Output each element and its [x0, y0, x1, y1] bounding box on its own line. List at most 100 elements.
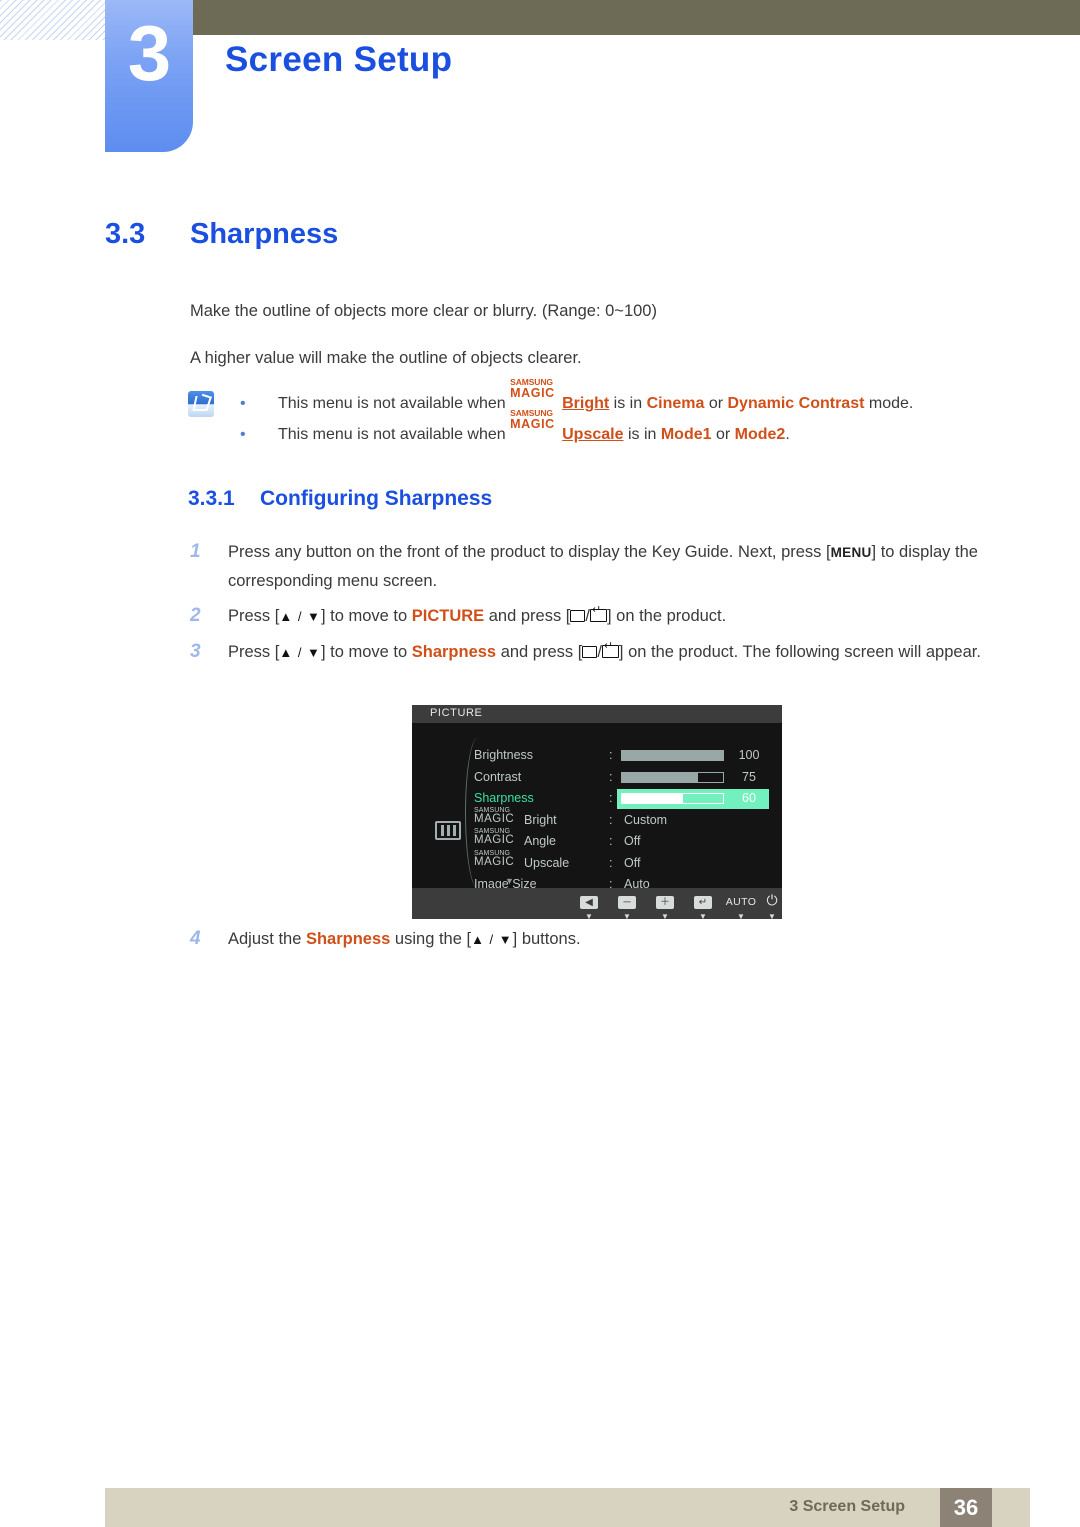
- page-number: 36: [940, 1488, 992, 1527]
- step-item: 1 Press any button on the front of the pr…: [190, 538, 1000, 595]
- chapter-tab: 3: [105, 0, 193, 152]
- osd-menu-rows: Brightness : 100 Contrast : 75 Sharpness…: [412, 745, 782, 896]
- samsung-magic-bottom: MAGIC: [474, 834, 515, 846]
- osd-row-magic-bright[interactable]: SAMSUNG MAGIC Bright : Custom: [412, 807, 782, 832]
- osd-row-bar: [621, 793, 724, 804]
- samsung-magic-logotype: SAMSUNG MAGIC: [474, 828, 524, 848]
- updown-arrow-icon: ▲ / ▼: [279, 645, 321, 660]
- page-header: 3 Screen Setup: [0, 0, 1080, 160]
- osd-row-magic-upscale[interactable]: SAMSUNG MAGIC Upscale : Off: [412, 850, 782, 875]
- note-pencil-icon: [188, 391, 214, 417]
- osd-row-bar: [621, 750, 724, 761]
- step-text-2: using the [: [390, 930, 472, 948]
- note-item: • This menu is not available when SAMSUNG…: [240, 378, 985, 419]
- enter-key-icon: [589, 605, 607, 622]
- steps-list: 1 Press any button on the front of the pr…: [190, 538, 1000, 674]
- scroll-down-icon[interactable]: ▼: [505, 877, 514, 886]
- samsung-magic-logotype: SAMSUNG MAGIC: [474, 850, 524, 870]
- chapter-number: 3: [127, 9, 171, 97]
- step-text-2: ] to move to: [320, 643, 412, 661]
- key-tick-icon: ▼: [768, 912, 776, 921]
- enter-key-icon: [601, 641, 619, 658]
- note-value-2: Dynamic Contrast: [727, 395, 865, 412]
- samsung-magic-bottom: MAGIC: [510, 417, 555, 431]
- note-value-1: Cinema: [646, 395, 705, 412]
- bullet-icon: •: [240, 395, 246, 412]
- osd-row-bar: [621, 771, 724, 783]
- osd-row-colon: :: [609, 791, 613, 805]
- osd-row-value: Off: [624, 855, 641, 870]
- steps-list-continued: 4 Adjust the Sharpness using the [▲ / ▼] …: [190, 925, 1000, 961]
- note-text-prefix: This menu is not available when: [278, 426, 511, 443]
- note-value-1: Mode1: [660, 426, 712, 443]
- osd-row-value: 60: [742, 791, 756, 805]
- osd-row-label-text: Upscale: [524, 855, 570, 870]
- samsung-magic-bottom: MAGIC: [474, 812, 515, 825]
- step-target-label: PICTURE: [411, 607, 485, 625]
- osd-row-magic-angle[interactable]: SAMSUNG MAGIC Angle : Off: [412, 828, 782, 853]
- section-heading: 3.3 Sharpness: [105, 218, 965, 251]
- osd-screenshot: PICTURE Brightness : 100 Contrast : 75 S…: [412, 705, 782, 922]
- source-key-icon: [570, 610, 586, 622]
- osd-row-colon: :: [609, 769, 613, 784]
- note-text-mid: is in: [623, 426, 661, 443]
- note-text-mid: is in: [609, 395, 647, 412]
- samsung-magic-logotype: SAMSUNG MAGIC: [510, 409, 562, 439]
- back-button[interactable]: ◀ ▼: [574, 892, 604, 922]
- page-footer: 3 Screen Setup 36: [105, 1488, 1030, 1527]
- osd-row-sharpness[interactable]: Sharpness : 60: [412, 788, 782, 810]
- step-text-4: ] on the product.: [606, 607, 727, 625]
- step-text-1: Press [: [228, 607, 280, 625]
- source-key-icon: [582, 646, 598, 658]
- osd-row-value: 100: [738, 748, 760, 762]
- section-number: 3.3: [105, 218, 146, 250]
- minus-button[interactable]: ─ ▼: [612, 892, 642, 922]
- note-conjunction: or: [711, 426, 735, 443]
- step-number: 1: [190, 541, 201, 562]
- step-target-label: Sharpness: [305, 930, 391, 948]
- footer-chapter-label: 3 Screen Setup: [789, 1498, 905, 1515]
- note-item: • This menu is not available when SAMSUNG…: [240, 409, 985, 450]
- bullet-icon: •: [240, 426, 246, 443]
- description-paragraph-1: Make the outline of objects more clear o…: [190, 302, 657, 320]
- osd-row-label-text: Angle: [524, 834, 556, 848]
- power-button[interactable]: ⏻ ▼: [757, 892, 787, 922]
- subsection-heading: 3.3.1 Configuring Sharpness: [188, 487, 492, 511]
- enter-button[interactable]: ↵ ▼: [688, 892, 718, 922]
- osd-row-value: Custom: [624, 812, 668, 827]
- subsection-title: Configuring Sharpness: [260, 487, 493, 510]
- step-text-2: ] to move to: [320, 607, 412, 625]
- chapter-title: Screen Setup: [225, 40, 453, 79]
- description-paragraph-2: A higher value will make the outline of …: [190, 349, 582, 367]
- step-text-3: ] buttons.: [512, 930, 581, 948]
- osd-row-colon: :: [609, 812, 613, 827]
- key-tick-icon: ▼: [699, 912, 707, 921]
- back-icon: ◀: [580, 896, 598, 909]
- note-conjunction: or: [704, 395, 728, 412]
- auto-button[interactable]: AUTO ▼: [720, 892, 762, 922]
- key-tick-icon: ▼: [585, 912, 593, 921]
- key-tick-icon: ▼: [737, 912, 745, 921]
- note-list: • This menu is not available when SAMSUNG…: [240, 378, 985, 450]
- note-feature-name: Bright: [562, 395, 610, 412]
- step-item: 3 Press [▲ / ▼] to move to Sharpness and …: [190, 638, 1000, 667]
- note-value-2: Mode2: [734, 426, 786, 443]
- step-item: 2 Press [▲ / ▼] to move to PICTURE and pr…: [190, 602, 1000, 631]
- auto-label: AUTO: [725, 896, 757, 908]
- plus-button[interactable]: ＋ ▼: [650, 892, 680, 922]
- note-text-prefix: This menu is not available when: [278, 395, 511, 412]
- step-text-1: Press any button on the front of the pro…: [228, 543, 831, 561]
- step-number: 2: [190, 605, 201, 626]
- osd-row-label-text: Bright: [524, 812, 557, 827]
- step-text-3: and press [: [496, 643, 583, 661]
- menu-key-label: MENU: [830, 545, 872, 560]
- osd-row-label: Contrast: [474, 769, 522, 784]
- osd-row-brightness[interactable]: Brightness : 100: [412, 745, 782, 767]
- osd-row-contrast[interactable]: Contrast : 75: [412, 767, 782, 789]
- samsung-magic-bottom: MAGIC: [474, 855, 515, 868]
- enter-icon: ↵: [694, 896, 712, 909]
- minus-icon: ─: [618, 896, 636, 909]
- osd-row-value: 75: [742, 769, 756, 784]
- step-item: 4 Adjust the Sharpness using the [▲ / ▼] …: [190, 925, 1000, 954]
- samsung-magic-bottom: MAGIC: [510, 386, 555, 400]
